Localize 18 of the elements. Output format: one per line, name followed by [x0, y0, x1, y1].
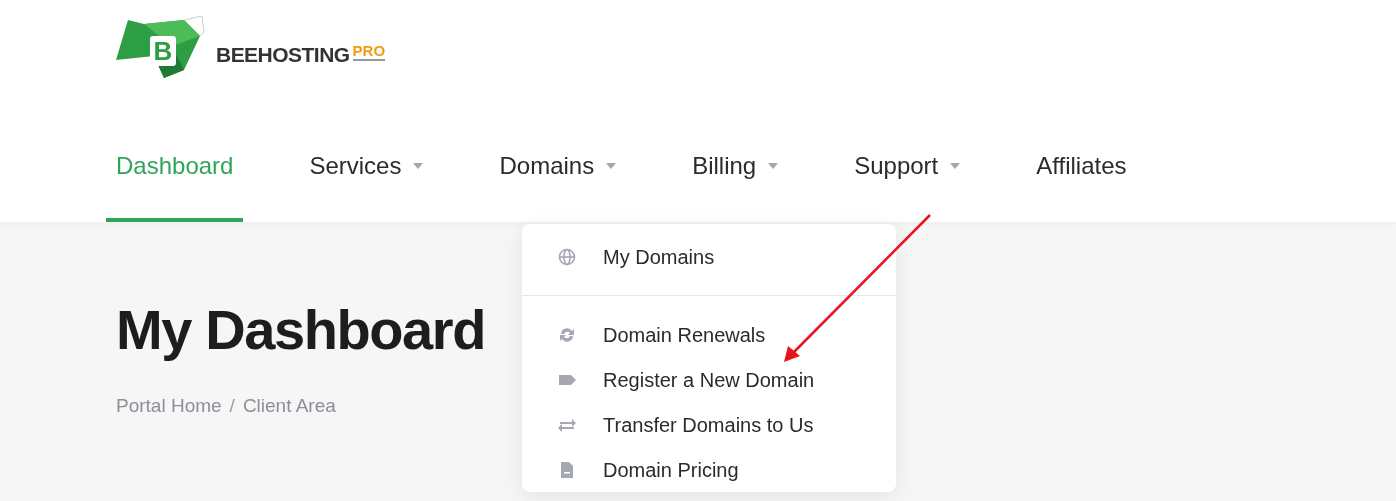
document-icon — [558, 460, 576, 479]
breadcrumb-separator: / — [229, 394, 235, 418]
menu-item[interactable]: My Domains — [522, 234, 896, 279]
nav-tab[interactable]: Domains — [489, 110, 627, 222]
menu-item[interactable]: Transfer Domains to Us — [522, 402, 896, 447]
nav-tab[interactable]: Affiliates — [1026, 110, 1137, 222]
menu-item[interactable]: Domain Renewals — [522, 312, 896, 357]
nav-tab[interactable]: Billing — [682, 110, 789, 222]
nav-tab[interactable]: Support — [844, 110, 971, 222]
refresh-icon — [558, 325, 576, 344]
menu-item[interactable]: Domain Pricing — [522, 447, 896, 492]
logo-icon — [116, 16, 205, 78]
menu-item[interactable]: Register a New Domain — [522, 357, 896, 402]
nav-tab[interactable]: Services — [299, 110, 434, 222]
logo-letter: B — [153, 36, 173, 66]
globe-icon — [558, 247, 576, 266]
logo-tier: PRO — [352, 43, 386, 61]
logo-text: BEEHOSTING — [216, 42, 350, 69]
